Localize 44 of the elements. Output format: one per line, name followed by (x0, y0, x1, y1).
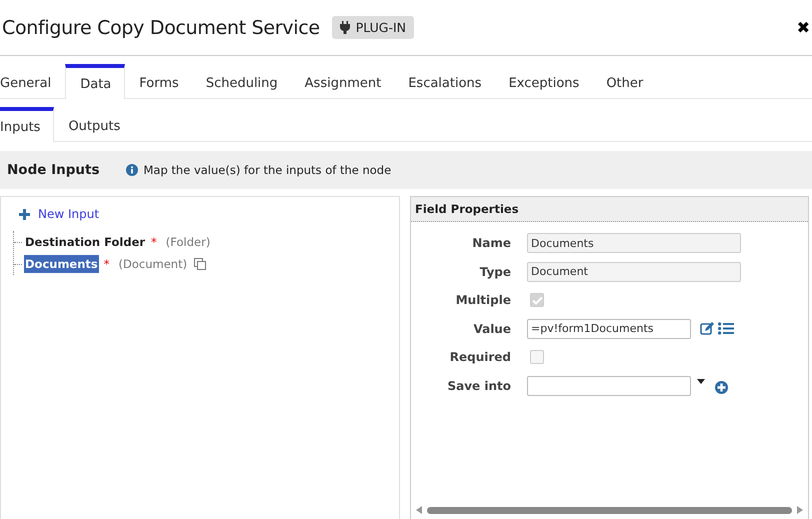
value-field[interactable]: =pv!form1Documents (527, 318, 691, 339)
field-label: Type (478, 264, 511, 279)
subtab[interactable]: Outputs (55, 107, 134, 141)
tab[interactable]: Escalations (395, 64, 495, 98)
add-icon[interactable] (715, 381, 728, 394)
save-into-field[interactable] (527, 376, 691, 396)
required-mark: * (104, 257, 110, 271)
section-title: Node Inputs (7, 162, 100, 178)
checkbox[interactable] (530, 350, 544, 364)
plug-icon (340, 21, 350, 34)
tab[interactable]: Data (65, 64, 126, 99)
info-icon (126, 164, 138, 176)
required-mark: * (151, 235, 157, 249)
plugin-badge: PLUG-IN (332, 16, 414, 39)
tab[interactable]: Forms (126, 64, 192, 98)
subtab[interactable]: Inputs (0, 107, 54, 142)
tab[interactable]: Other (593, 64, 656, 98)
caret-icon[interactable] (697, 379, 705, 384)
input-type: (Document) (118, 257, 188, 271)
text-field[interactable]: Document (527, 262, 741, 282)
close-button[interactable]: ✖ (794, 18, 812, 37)
input-name[interactable]: Documents (24, 255, 99, 273)
tab[interactable]: General (0, 64, 64, 98)
field-label: Value (472, 322, 511, 336)
tab[interactable]: Exceptions (496, 64, 592, 98)
tab[interactable]: Scheduling (192, 64, 291, 98)
list-icon[interactable] (718, 322, 734, 336)
edit-icon[interactable] (700, 322, 714, 336)
new-input-button[interactable]: New Input (1, 207, 100, 221)
scroll-left-icon[interactable] (416, 506, 422, 514)
field-label: Save into (446, 378, 511, 393)
panel-title: Field Properties (415, 202, 519, 216)
text-field[interactable]: Documents (527, 233, 741, 254)
checkbox[interactable] (530, 293, 544, 308)
field-label: Name (471, 236, 511, 250)
window-title: Configure Copy Document Service (2, 16, 320, 38)
input-type: (Folder) (166, 235, 210, 249)
scroll-right-icon[interactable] (797, 506, 803, 514)
input-name[interactable]: Destination Folder (24, 233, 146, 251)
info-text: Map the value(s) for the inputs of the node (144, 163, 392, 177)
plus-icon (19, 208, 30, 220)
field-label: Required (448, 350, 511, 364)
tab[interactable]: Assignment (292, 64, 394, 98)
field-label: Multiple (454, 293, 511, 308)
